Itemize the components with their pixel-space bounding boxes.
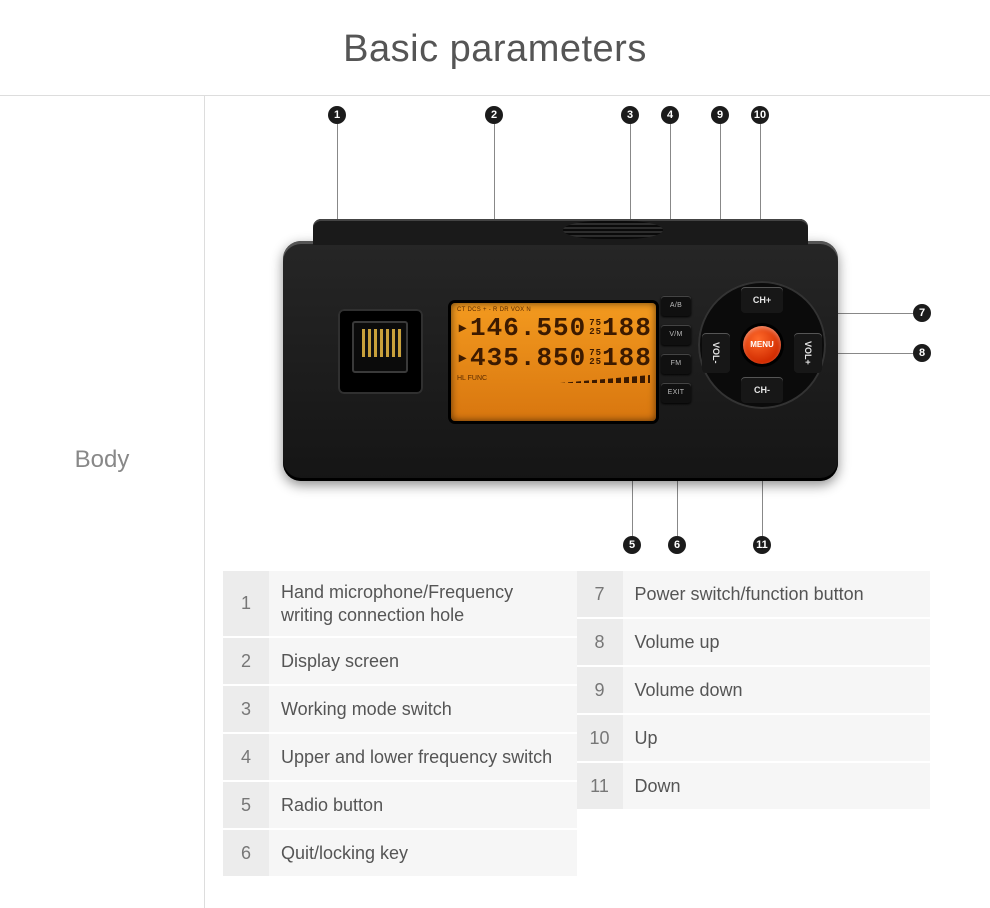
volume-up-button: VOL+ <box>794 333 822 373</box>
sidebar: Body <box>0 96 205 908</box>
display-screen: CT DCS + - R DR VOX N ▸ 146.550 7525 188… <box>451 303 656 421</box>
callout-6: 6 <box>668 536 686 554</box>
legend-text: Hand microphone/Frequency writing connec… <box>269 571 577 636</box>
callout-9: 9 <box>711 106 729 124</box>
callout-1: 1 <box>328 106 346 124</box>
legend-row: 1Hand microphone/Frequency writing conne… <box>223 571 577 638</box>
legend-text: Upper and lower frequency switch <box>269 734 577 780</box>
legend-num: 8 <box>577 619 623 665</box>
rj45-connector-icon <box>352 321 408 373</box>
freq1-value: 146.550 <box>470 313 586 343</box>
dpad-panel: CH+ CH- VOL- VOL+ MENU <box>698 281 826 409</box>
legend-text: Down <box>623 763 931 809</box>
legend-text: Radio button <box>269 782 577 828</box>
legend-num: 9 <box>577 667 623 713</box>
callout-2: 2 <box>485 106 503 124</box>
menu-power-button: MENU <box>743 326 781 364</box>
legend-row: 11Down <box>577 763 931 811</box>
legend-col-left: 1Hand microphone/Frequency writing conne… <box>223 571 577 878</box>
freq2-value: 435.850 <box>470 343 586 373</box>
freq2-channel: 188 <box>602 343 652 373</box>
legend-num: 6 <box>223 830 269 876</box>
microphone-port <box>338 309 423 394</box>
legend-text: Volume down <box>623 667 931 713</box>
legend-text: Power switch/function button <box>623 571 931 617</box>
volume-down-button: VOL- <box>702 333 730 373</box>
section-label: Body <box>0 446 204 474</box>
device-top-edge <box>313 219 808 245</box>
legend-num: 5 <box>223 782 269 828</box>
legend-table: 1Hand microphone/Frequency writing conne… <box>223 571 930 878</box>
frequency-line-1: ▸ 146.550 7525 188 <box>451 313 656 343</box>
side-button-column: A/B V/M FM EXIT <box>661 296 691 412</box>
frequency-line-2: ▸ 435.850 7525 188 <box>451 343 656 373</box>
legend-text: Volume up <box>623 619 931 665</box>
exit-button: EXIT <box>661 383 691 403</box>
fm-button: FM <box>661 354 691 374</box>
legend-col-right: 7Power switch/function button 8Volume up… <box>577 571 931 878</box>
legend-row: 3Working mode switch <box>223 686 577 734</box>
legend-num: 1 <box>223 571 269 636</box>
vm-button: V/M <box>661 325 691 345</box>
legend-row: 4Upper and lower frequency switch <box>223 734 577 782</box>
legend-text: Quit/locking key <box>269 830 577 876</box>
callout-5: 5 <box>623 536 641 554</box>
freq1-subtones: 7525 <box>589 319 602 337</box>
callout-10: 10 <box>751 106 769 124</box>
legend-num: 7 <box>577 571 623 617</box>
legend-text: Working mode switch <box>269 686 577 732</box>
legend-num: 2 <box>223 638 269 684</box>
legend-row: 9Volume down <box>577 667 931 715</box>
signal-bars-icon <box>560 375 650 383</box>
callout-7: 7 <box>913 304 931 322</box>
legend-text: Up <box>623 715 931 761</box>
screen-bot-label: HL FUNC <box>457 375 487 383</box>
legend-text: Display screen <box>269 638 577 684</box>
channel-up-button: CH+ <box>741 287 783 313</box>
speaker-vent-icon <box>563 221 663 239</box>
legend-num: 3 <box>223 686 269 732</box>
screen-bottom-row: HL FUNC <box>451 373 656 385</box>
legend-row: 10Up <box>577 715 931 763</box>
device-diagram: 1 2 3 4 9 10 7 8 5 6 11 <box>223 96 930 571</box>
arrow-icon: ▸ <box>459 320 467 337</box>
page-title: Basic parameters <box>0 0 990 95</box>
callout-8: 8 <box>913 344 931 362</box>
legend-row: 2Display screen <box>223 638 577 686</box>
freq1-channel: 188 <box>602 313 652 343</box>
legend-row: 6Quit/locking key <box>223 830 577 878</box>
channel-down-button: CH- <box>741 377 783 403</box>
main-layout: Body 1 2 3 4 9 10 7 8 5 6 11 <box>0 96 990 908</box>
ab-button: A/B <box>661 296 691 316</box>
screen-indicators: CT DCS + - R DR VOX N <box>451 303 656 313</box>
legend-num: 10 <box>577 715 623 761</box>
legend-row: 7Power switch/function button <box>577 571 931 619</box>
legend-num: 11 <box>577 763 623 809</box>
content: 1 2 3 4 9 10 7 8 5 6 11 <box>205 96 990 908</box>
radio-device-illustration: CT DCS + - R DR VOX N ▸ 146.550 7525 188… <box>283 241 838 481</box>
leader-line <box>825 353 913 354</box>
legend-row: 8Volume up <box>577 619 931 667</box>
legend-num: 4 <box>223 734 269 780</box>
callout-4: 4 <box>661 106 679 124</box>
arrow-icon: ▸ <box>459 350 467 367</box>
legend-row: 5Radio button <box>223 782 577 830</box>
callout-11: 11 <box>753 536 771 554</box>
callout-3: 3 <box>621 106 639 124</box>
freq2-subtones: 7525 <box>589 349 602 367</box>
